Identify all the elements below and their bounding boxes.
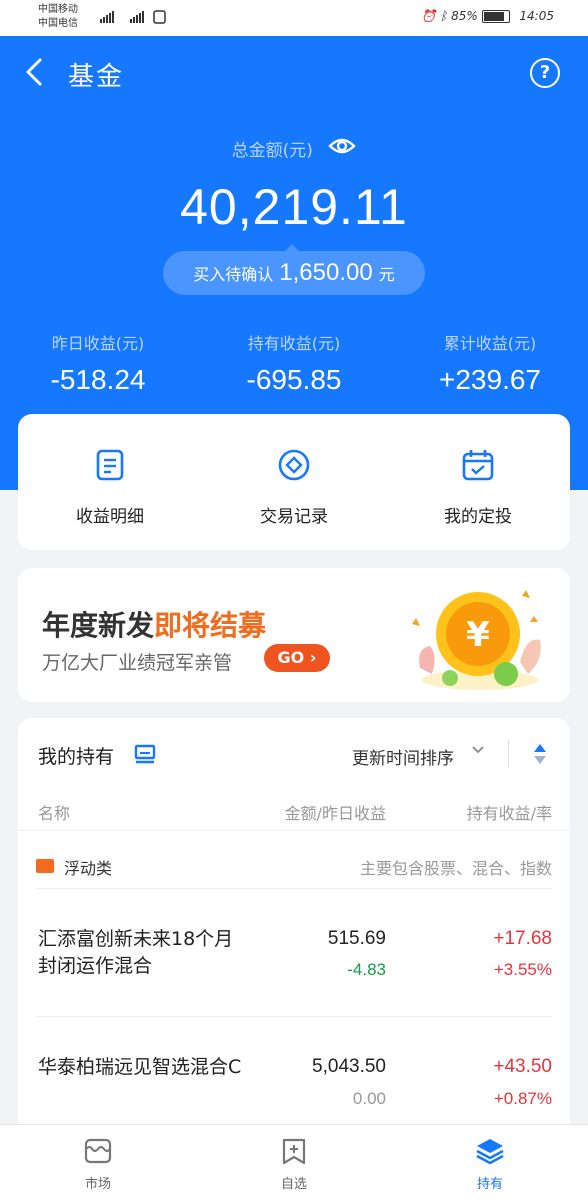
fund-profit-rate: +3.55% [493, 960, 552, 979]
fund-name: 汇添富创新未来18个月封闭运作混合 [38, 928, 234, 977]
pending-unit: 元 [378, 265, 395, 284]
document-icon [93, 449, 127, 486]
stat-value: -695.85 [246, 364, 342, 395]
pending-value: 1,650.00 [279, 259, 373, 286]
fund-name: 华泰柏瑞远见智选混合C [38, 1056, 242, 1078]
stat-label: 持有收益(元) [247, 334, 341, 353]
status-right: ⏰ ᛒ 85% 14:05 [421, 9, 554, 23]
column-header-amount: 金额/昨日收益 [284, 804, 386, 823]
category-description: 主要包含股票、混合、指数 [359, 859, 552, 878]
stat-value: -518.24 [50, 364, 146, 395]
tab-watchlist[interactable]: 自选 [196, 1137, 392, 1192]
pending-confirm-badge[interactable]: 买入待确认 1,650.00 元 [163, 244, 425, 295]
stat-holding: 持有收益(元) -695.85 [196, 330, 392, 396]
fund-yesterday-profit: -4.83 [347, 960, 386, 979]
alarm-icon: ⏰ [421, 9, 437, 23]
go-label: GO [277, 648, 305, 667]
banner-title-b: 即将结募 [154, 609, 267, 642]
fund-yesterday-profit: 0.00 [352, 1089, 386, 1108]
carrier-info: 中国移动 中国电信 [38, 3, 78, 31]
tab-label: 持有 [476, 1177, 503, 1192]
battery-icon [481, 10, 510, 23]
column-header-profit: 持有收益/率 [466, 804, 552, 823]
fund-profit-rate: +0.87% [493, 1089, 552, 1108]
tab-market[interactable]: 市场 [0, 1137, 196, 1192]
category-name: 浮动类 [64, 859, 113, 878]
holdings-icon [475, 1139, 505, 1169]
calendar-icon [461, 450, 495, 486]
banner-title-a: 年度新发 [42, 609, 155, 642]
sort-arrows-icon[interactable] [532, 742, 548, 770]
chevron-down-icon[interactable] [470, 742, 486, 762]
stat-label: 累计收益(元) [443, 334, 537, 353]
divider [36, 1016, 552, 1017]
quick-action-trade-record[interactable]: 交易记录 [202, 448, 386, 527]
navbar: 基金 ? [0, 36, 588, 108]
eye-icon[interactable] [328, 136, 357, 161]
category-icon [36, 859, 54, 873]
question-icon[interactable]: ? [530, 58, 560, 88]
bluetooth-icon: ᛒ [440, 9, 448, 23]
market-icon [83, 1138, 113, 1169]
coin-icon: ¥ [408, 578, 548, 698]
quick-action-label: 交易记录 [260, 507, 328, 527]
promo-banner[interactable]: 年度新发即将结募 万亿大厂业绩冠军亲管 GO › ¥ [18, 568, 570, 702]
back-icon[interactable] [20, 54, 50, 90]
bottom-tab-bar: 市场 自选 持有 [0, 1124, 588, 1201]
status-bar: 中国移动 中国电信 ⏰ ᛒ 85% 14:05 [0, 0, 588, 36]
quick-action-income-detail[interactable]: 收益明细 [18, 448, 202, 527]
signal-icon [100, 10, 170, 27]
quick-action-my-plan[interactable]: 我的定投 [386, 448, 570, 527]
divider [508, 740, 509, 768]
tab-holdings[interactable]: 持有 [392, 1137, 588, 1192]
page-title: 基金 [68, 62, 125, 92]
sort-selector[interactable]: 更新时间排序 [352, 744, 454, 769]
diamond-icon [277, 449, 311, 486]
watchlist-icon [279, 1138, 309, 1169]
total-amount-label: 总金额(元) [0, 136, 588, 161]
quick-action-label: 收益明细 [76, 507, 144, 527]
stat-value: +239.67 [439, 364, 541, 395]
fund-holding-profit: +17.68 [493, 928, 552, 949]
column-header-name: 名称 [38, 804, 71, 823]
divider [36, 888, 552, 889]
fund-holding-profit: +43.50 [493, 1056, 552, 1077]
quick-action-label: 我的定投 [444, 507, 512, 527]
quick-actions-card: 收益明细 交易记录 我的定投 [18, 414, 570, 550]
stat-yesterday: 昨日收益(元) -518.24 [0, 330, 196, 396]
clock: 14:05 [519, 9, 554, 23]
carrier-1: 中国移动 [38, 4, 78, 15]
stat-label: 昨日收益(元) [51, 334, 145, 353]
banner-title: 年度新发即将结募 [42, 604, 266, 644]
battery-percent: 85% [451, 9, 478, 23]
stats-row: 昨日收益(元) -518.24 持有收益(元) -695.85 累计收益(元) … [0, 330, 588, 400]
holdings-card: 我的持有 更新时间排序 名称 金额/昨日收益 持有收益/率 浮动类 主要包含股票… [18, 718, 570, 1138]
tab-label: 市场 [84, 1177, 111, 1192]
pending-label: 买入待确认 [193, 265, 274, 284]
banner-subtitle: 万亿大厂业绩冠军亲管 [42, 652, 233, 674]
holdings-title: 我的持有 [38, 746, 115, 768]
tab-label: 自选 [280, 1177, 307, 1192]
divider [18, 830, 570, 831]
fund-amount: 515.69 [327, 928, 386, 949]
total-label-text: 总金额(元) [231, 141, 313, 161]
display-icon[interactable] [134, 744, 156, 768]
go-button[interactable]: GO › [264, 644, 330, 672]
svg-text:¥: ¥ [466, 615, 490, 655]
fund-amount: 5,043.50 [312, 1056, 386, 1077]
total-amount-value: 40,219.11 [180, 179, 408, 235]
carrier-2: 中国电信 [38, 18, 78, 29]
stat-cumulative: 累计收益(元) +239.67 [392, 330, 588, 396]
